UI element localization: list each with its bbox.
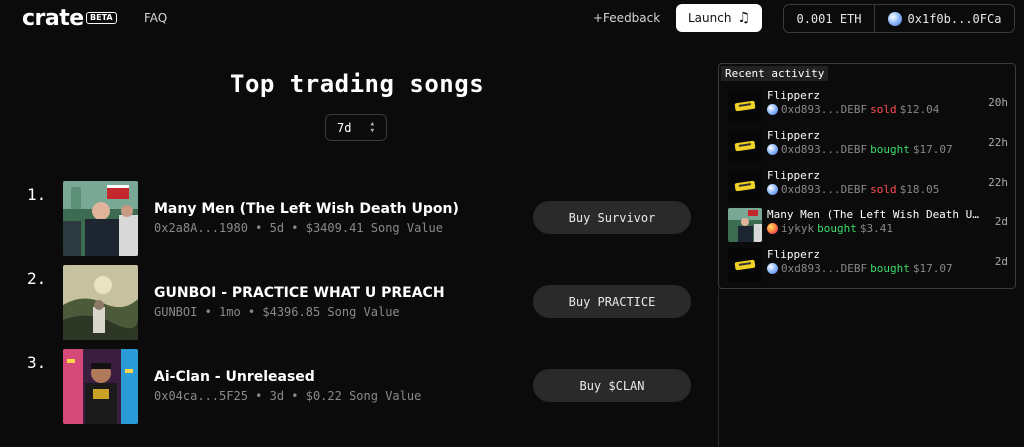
song-meta: 0x04ca...5F25 • 3d • $0.22 Song Value [154, 389, 422, 403]
faq-link[interactable]: FAQ [144, 11, 167, 25]
page-title: Top trading songs [230, 70, 485, 98]
period-select[interactable]: 7d ▴ ▾ [325, 114, 387, 141]
song-row: 3. Ai-Clan - Unreleased 0x04ca...5F25 • … [0, 349, 700, 425]
chevron-updown-icon: ▴ ▾ [369, 119, 375, 136]
crate-logo[interactable]: crate [22, 6, 84, 31]
activity-item[interactable]: Flipperz 0xd893...DEBF sold $18.05 22h [728, 168, 1010, 205]
music-notes-icon: ♫ [737, 10, 750, 26]
song-rank: 1. [27, 185, 47, 204]
activity-song: Flipperz [767, 169, 820, 182]
wallet-avatar-icon [887, 11, 902, 26]
song-meta: GUNBOI • 1mo • $4396.85 Song Value [154, 305, 400, 319]
song-title[interactable]: Ai-Clan - Unreleased [154, 369, 315, 385]
activity-detail: 0xd893...DEBF bought $17.07 [767, 262, 953, 275]
user-avatar-icon [767, 144, 778, 155]
activity-detail: 0xd893...DEBF sold $12.04 [767, 103, 939, 116]
song-meta: 0x2a8A...1980 • 5d • $3409.41 Song Value [154, 221, 443, 235]
buy-button[interactable]: Buy Survivor [533, 201, 691, 234]
song-title[interactable]: Many Men (The Left Wish Death Upon) [154, 201, 459, 217]
launch-label: Launch [687, 11, 732, 25]
activity-user: 0xd893...DEBF [781, 143, 868, 156]
activity-detail: 0xd893...DEBF sold $18.05 [767, 183, 939, 196]
wallet-address: 0x1f0b...0FCa [907, 11, 1002, 26]
feedback-link[interactable]: +Feedback [593, 11, 660, 25]
activity-song: Flipperz [767, 248, 820, 261]
launch-button[interactable]: Launch ♫ [676, 4, 762, 32]
song-thumbnail [728, 208, 762, 242]
wallet-address-button[interactable]: 0x1f0b...0FCa [875, 5, 1014, 32]
beta-badge: BETA [86, 12, 117, 24]
activity-price: $18.05 [899, 183, 940, 196]
flipperz-thumbnail [728, 89, 762, 123]
period-value: 7d [337, 120, 352, 135]
user-avatar-icon [767, 263, 778, 274]
user-avatar-icon [767, 184, 778, 195]
activity-time: 20h [988, 96, 1008, 109]
activity-user: iykyk [781, 222, 815, 235]
activity-action: bought [870, 262, 910, 275]
flipperz-thumbnail [728, 169, 762, 203]
panel-title: Recent activity [721, 66, 829, 81]
activity-item[interactable]: Flipperz 0xd893...DEBF sold $12.04 20h [728, 88, 1010, 125]
activity-song: Flipperz [767, 129, 820, 142]
activity-user: 0xd893...DEBF [781, 103, 868, 116]
flipperz-thumbnail [728, 248, 762, 282]
activity-action: bought [870, 143, 910, 156]
activity-item[interactable]: Many Men (The Left Wish Death Upon) iyky… [728, 207, 1010, 244]
song-title[interactable]: GUNBOI - PRACTICE WHAT U PREACH [154, 285, 445, 301]
activity-action: sold [870, 183, 897, 196]
activity-price: $17.07 [912, 143, 953, 156]
song-rank: 2. [27, 269, 47, 288]
activity-item[interactable]: Flipperz 0xd893...DEBF bought $17.07 2d [728, 247, 1010, 284]
song-rank: 3. [27, 353, 47, 372]
buy-button[interactable]: Buy PRACTICE [533, 285, 691, 318]
recent-activity-panel: Recent activity Flipperz 0xd893...DEBF s… [718, 63, 1016, 289]
activity-item[interactable]: Flipperz 0xd893...DEBF bought $17.07 22h [728, 128, 1010, 165]
buy-button[interactable]: Buy $CLAN [533, 369, 691, 402]
flipperz-thumbnail [728, 129, 762, 163]
activity-song: Many Men (The Left Wish Death Upon) [767, 208, 985, 221]
activity-user: 0xd893...DEBF [781, 183, 868, 196]
activity-detail: 0xd893...DEBF bought $17.07 [767, 143, 953, 156]
song-artwork[interactable] [63, 349, 138, 424]
song-row: 2. GUNBOI - PRACTICE WHAT U PREACH GUNBO… [0, 265, 700, 341]
panel-divider [718, 289, 719, 447]
activity-price: $12.04 [899, 103, 940, 116]
activity-price: $3.41 [859, 222, 893, 235]
activity-action: bought [817, 222, 857, 235]
eth-balance[interactable]: 0.001 ETH [784, 5, 875, 32]
activity-song: Flipperz [767, 89, 820, 102]
activity-action: sold [870, 103, 897, 116]
user-avatar-icon [767, 223, 778, 234]
song-artwork[interactable] [63, 265, 138, 340]
activity-time: 2d [994, 215, 1008, 228]
activity-detail: iykyk bought $3.41 [767, 222, 893, 235]
activity-price: $17.07 [912, 262, 953, 275]
song-artwork[interactable] [63, 181, 138, 256]
wallet-widget[interactable]: 0.001 ETH 0x1f0b...0FCa [783, 4, 1015, 33]
activity-time: 22h [988, 136, 1008, 149]
user-avatar-icon [767, 104, 778, 115]
song-row: 1. Many Men (The Left Wish Death Upon) 0… [0, 181, 700, 257]
activity-user: 0xd893...DEBF [781, 262, 868, 275]
activity-time: 2d [994, 255, 1008, 268]
activity-time: 22h [988, 176, 1008, 189]
